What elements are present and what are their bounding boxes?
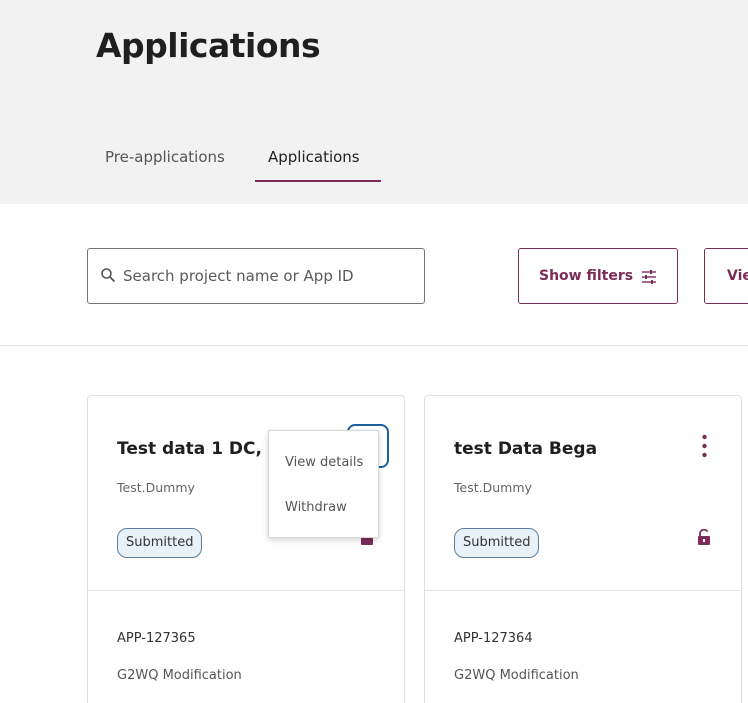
card-app-type: G2WQ Modification — [117, 668, 242, 683]
search-input[interactable] — [123, 257, 413, 295]
menu-item-view-details[interactable]: View details — [269, 443, 378, 483]
page-title: Applications — [96, 26, 321, 65]
card-title: Test data 1 DC, O — [117, 439, 283, 459]
search-icon — [101, 268, 115, 282]
unlock-icon — [698, 529, 710, 545]
show-filters-button[interactable]: Show filters — [518, 248, 678, 304]
active-tab-indicator — [255, 180, 381, 182]
view-button-label: Vie — [727, 268, 748, 284]
tab-pre-applications[interactable]: Pre-applications — [105, 148, 225, 166]
card-app-type: G2WQ Modification — [454, 668, 579, 683]
section-divider — [0, 345, 748, 346]
application-card[interactable]: test Data Bega Test.Dummy Submitted APP-… — [424, 395, 742, 703]
show-filters-label: Show filters — [539, 268, 634, 284]
more-vertical-icon — [702, 434, 707, 458]
card-divider — [88, 590, 404, 591]
card-title: test Data Bega — [454, 439, 598, 459]
card-app-id: APP-127365 — [117, 631, 196, 646]
tab-applications[interactable]: Applications — [268, 148, 360, 166]
search-box[interactable] — [87, 248, 425, 304]
status-badge: Submitted — [117, 528, 203, 558]
card-app-id: APP-127364 — [454, 631, 533, 646]
more-options-button[interactable] — [684, 424, 726, 468]
status-badge: Submitted — [454, 528, 540, 558]
view-button[interactable]: Vie — [704, 248, 748, 304]
sliders-icon — [642, 270, 656, 284]
page-header: Applications Pre-applications Applicatio… — [0, 0, 748, 204]
card-owner: Test.Dummy — [454, 480, 532, 495]
card-context-menu: View details Withdraw — [268, 430, 379, 538]
card-divider — [425, 590, 741, 591]
card-owner: Test.Dummy — [117, 480, 195, 495]
menu-item-withdraw[interactable]: Withdraw — [269, 488, 378, 528]
